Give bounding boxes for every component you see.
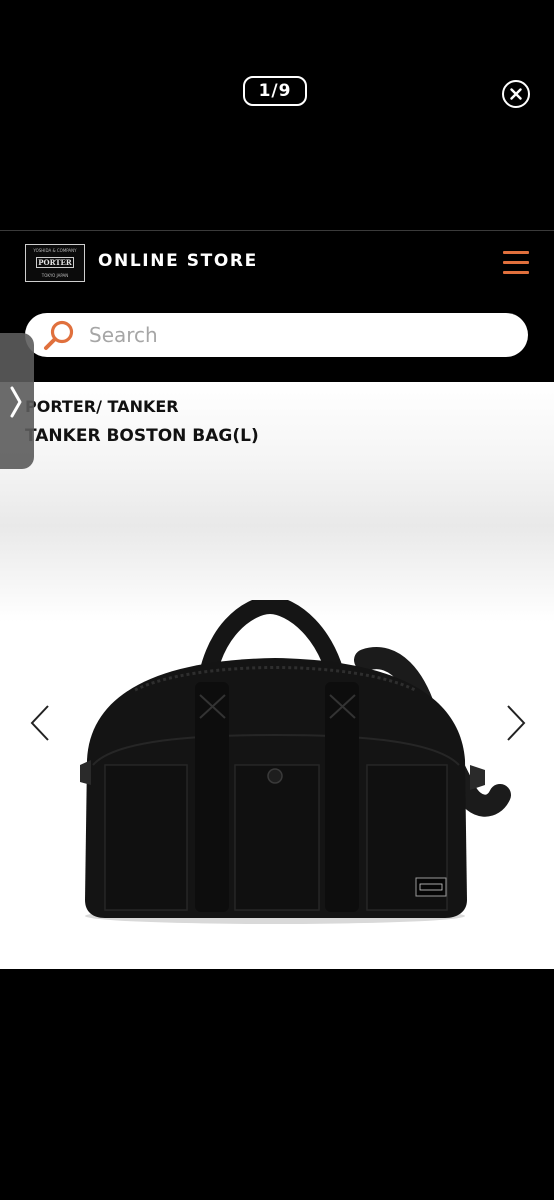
previous-image-button[interactable] [27, 703, 53, 743]
menu-line [503, 271, 529, 274]
logo-wordmark: PORTER [36, 257, 74, 268]
side-drawer-tab[interactable] [0, 333, 34, 469]
close-button[interactable] [502, 80, 530, 108]
viewer-top-bar: 1/9 [0, 0, 554, 230]
store-title: ONLINE STORE [98, 251, 258, 271]
menu-line [503, 251, 529, 254]
search-bar[interactable] [25, 313, 528, 357]
product-brand: PORTER/ TANKER [25, 397, 179, 416]
product-image[interactable] [75, 600, 515, 930]
store-logo[interactable]: YOSHIDA & COMPANY PORTER TOKYO JAPAN [25, 244, 85, 282]
search-input[interactable] [89, 313, 509, 357]
search-icon [44, 320, 74, 350]
product-name: TANKER BOSTON BAG(L) [25, 426, 259, 446]
chevron-right-icon [10, 386, 22, 418]
close-icon [510, 88, 522, 100]
image-backdrop [0, 382, 554, 622]
logo-top-text: YOSHIDA & COMPANY [33, 248, 77, 253]
menu-line [503, 261, 529, 264]
logo-bottom-text: TOKYO JAPAN [41, 273, 69, 278]
page-counter: 1/9 [243, 76, 307, 106]
hamburger-menu-button[interactable] [503, 251, 529, 275]
